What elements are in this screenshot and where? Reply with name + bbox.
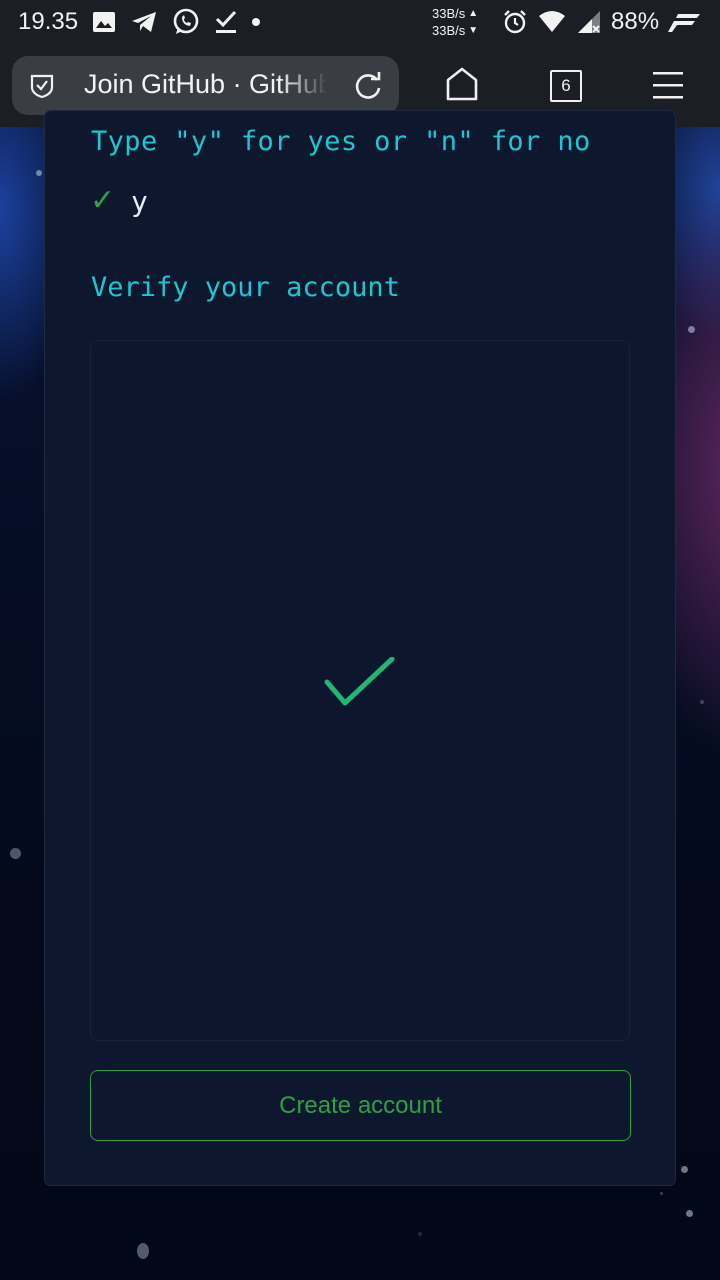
signal-icon (578, 11, 600, 33)
wifi-icon (539, 11, 565, 32)
answer-check-icon: ✓ (90, 183, 116, 218)
star (36, 170, 42, 176)
page-title[interactable]: Join GitHub · GitHub (84, 69, 328, 103)
brand-icon (668, 14, 700, 32)
star (686, 1210, 693, 1217)
whatsapp-icon (173, 8, 199, 34)
battery-level: 88% (611, 8, 660, 35)
telegram-icon (132, 12, 156, 32)
star (418, 1232, 422, 1236)
arrow-down-icon: ▼ (468, 25, 479, 36)
captcha-frame[interactable] (90, 340, 630, 1041)
net-down: 33B/s (432, 23, 466, 38)
shield-icon[interactable] (30, 73, 54, 99)
reload-icon[interactable] (352, 70, 384, 102)
status-bar: 19.35 33B/s ▲ 33B/s ▼ 88% (0, 0, 720, 44)
dot-icon (252, 18, 260, 26)
star (681, 1166, 688, 1173)
menu-icon[interactable] (652, 71, 684, 99)
verified-check-icon (324, 657, 395, 706)
arrow-up-icon: ▲ (468, 8, 479, 19)
image-icon (93, 12, 115, 32)
notification-icons (92, 8, 260, 36)
alarm-icon (504, 10, 526, 34)
net-up: 33B/s (432, 6, 466, 21)
star (137, 1243, 149, 1259)
home-icon[interactable] (440, 66, 484, 102)
star (10, 848, 21, 859)
answer-value: y (131, 185, 148, 218)
status-time: 19.35 (18, 8, 79, 35)
star (700, 700, 704, 704)
download-done-icon (215, 10, 237, 33)
system-icons (502, 8, 602, 36)
network-speed: 33B/s ▲ 33B/s ▼ (432, 5, 478, 39)
star (660, 1192, 663, 1195)
tabs-counter-button[interactable]: 6 (550, 70, 582, 102)
create-account-button[interactable]: Create account (90, 1070, 631, 1141)
address-bar[interactable]: Join GitHub · GitHub (12, 56, 399, 115)
star (688, 326, 695, 333)
verify-account-heading: Verify your account (91, 272, 400, 303)
yes-no-prompt: Type "y" for yes or "n" for no (91, 126, 591, 157)
